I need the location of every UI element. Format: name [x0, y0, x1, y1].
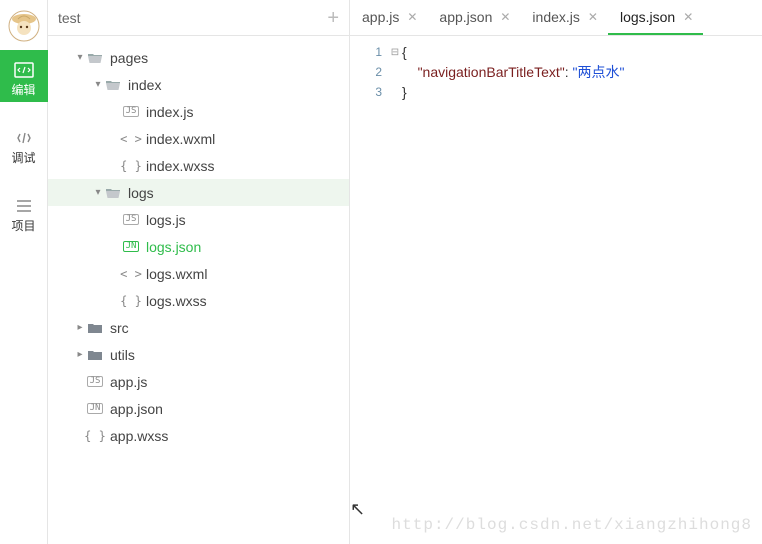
project-name: test	[58, 10, 327, 26]
tree-file[interactable]: ▸{ }index.wxss	[48, 152, 349, 179]
tree-folder[interactable]: ▸ src	[48, 314, 349, 341]
left-rail: 编辑调试项目	[0, 0, 48, 544]
tree-file[interactable]: ▸JSlogs.js	[48, 206, 349, 233]
folder-open-icon	[104, 186, 122, 200]
fold-icon[interactable]: ⊟	[388, 47, 402, 58]
editor-tabs: app.js ✕ app.json ✕ index.js ✕ logs.json ✕	[350, 0, 762, 36]
rail-item-debug[interactable]: 调试	[0, 118, 48, 170]
code-text: }	[402, 84, 407, 100]
tree-folder[interactable]: ▾ logs	[48, 179, 349, 206]
tree-item-label: index.wxml	[146, 131, 215, 147]
line-number: 3	[350, 85, 388, 99]
tree-item-label: index	[128, 77, 161, 93]
angle-icon: < >	[122, 267, 140, 281]
folder-icon	[86, 348, 104, 362]
tree-item-label: logs	[128, 185, 154, 201]
file-explorer: test + ▾ pages ▾ index ▸ JS index.js ▸ < > index.…	[48, 0, 350, 544]
tree-item-label: index.wxss	[146, 158, 214, 174]
folder-open-icon	[86, 51, 104, 65]
code-line[interactable]: 3}	[350, 82, 762, 102]
explorer-header: test +	[48, 0, 349, 36]
tree-item-label: app.json	[110, 401, 163, 417]
code-text: "navigationBarTitleText": "两点水"	[402, 62, 624, 82]
tree-file[interactable]: ▸< >index.wxml	[48, 125, 349, 152]
tree-item-label: logs.wxml	[146, 266, 207, 282]
tree-folder[interactable]: ▸ utils	[48, 341, 349, 368]
rail-item-label: 项目	[11, 220, 35, 232]
tab-index-js[interactable]: index.js ✕	[520, 0, 608, 35]
folder-icon	[86, 321, 104, 335]
js-icon: JS	[86, 376, 104, 388]
tab-logs-json[interactable]: logs.json ✕	[608, 0, 703, 35]
angle-icon: < >	[122, 132, 140, 146]
close-icon[interactable]: ✕	[407, 10, 417, 24]
avatar[interactable]	[6, 8, 42, 44]
code-editor[interactable]: 1⊟{2 "navigationBarTitleText": "两点水"3}↖ …	[350, 36, 762, 544]
tab-label: app.js	[362, 9, 399, 25]
watermark: http://blog.csdn.net/xiangzhihong8	[392, 516, 752, 534]
editor-area: app.js✕app.json✕index.js✕logs.json✕ 1⊟{2…	[350, 0, 762, 544]
close-icon[interactable]: ✕	[500, 10, 510, 24]
tree-folder[interactable]: ▾ index	[48, 71, 349, 98]
tree-item-label: logs.wxss	[146, 293, 207, 309]
tree-file[interactable]: ▸{ }app.wxss	[48, 422, 349, 449]
tree-folder[interactable]: ▾ pages	[48, 44, 349, 71]
tree-file[interactable]: ▸JSindex.js	[48, 98, 349, 125]
tab-label: logs.json	[620, 9, 675, 25]
menu-icon	[14, 196, 34, 216]
line-number: 2	[350, 65, 388, 79]
tree-item-label: logs.js	[146, 212, 186, 228]
tree-item-label: pages	[110, 50, 148, 66]
tree-file[interactable]: ▸{ }logs.wxss	[48, 287, 349, 314]
js-icon: JS	[122, 214, 140, 226]
tree-file[interactable]: ▸JNapp.json	[48, 395, 349, 422]
tab-label: index.js	[532, 9, 579, 25]
tree-item-label: app.wxss	[110, 428, 168, 444]
chevron-down-icon[interactable]: ▾	[92, 187, 104, 198]
chevron-right-icon[interactable]: ▸	[74, 349, 86, 360]
close-icon[interactable]: ✕	[683, 10, 693, 24]
brace-icon: { }	[122, 294, 140, 308]
chevron-right-icon[interactable]: ▸	[74, 322, 86, 333]
code-text: {	[402, 44, 407, 60]
tree-item-label: app.js	[110, 374, 147, 390]
tree-file[interactable]: ▸JNlogs.json	[48, 233, 349, 260]
brace-icon: { }	[86, 429, 104, 443]
chevron-down-icon[interactable]: ▾	[74, 52, 86, 63]
close-icon[interactable]: ✕	[588, 10, 598, 24]
code-line[interactable]: 1⊟{	[350, 42, 762, 62]
cursor-icon: ↖	[350, 499, 365, 520]
add-file-button[interactable]: +	[327, 8, 339, 28]
rail-item-label: 调试	[11, 152, 35, 164]
folder-open-icon	[104, 78, 122, 92]
tab-label: app.json	[439, 9, 492, 25]
jn-icon: JN	[122, 241, 140, 253]
code-icon	[14, 60, 34, 80]
tree-item-label: utils	[110, 347, 135, 363]
jn-icon: JN	[86, 403, 104, 415]
chevron-down-icon[interactable]: ▾	[92, 79, 104, 90]
rail-item-edit[interactable]: 编辑	[0, 50, 48, 102]
debug-icon	[14, 128, 34, 148]
rail-item-label: 编辑	[11, 84, 35, 96]
tree-file[interactable]: ▸< >logs.wxml	[48, 260, 349, 287]
tab-app-js[interactable]: app.js ✕	[350, 0, 427, 35]
file-tree: ▾pages▾index▸JSindex.js▸< >index.wxml▸{ …	[48, 36, 349, 544]
tree-file[interactable]: ▸JSapp.js	[48, 368, 349, 395]
code-line[interactable]: 2 "navigationBarTitleText": "两点水"	[350, 62, 762, 82]
rail-item-project[interactable]: 项目	[0, 186, 48, 238]
tree-item-label: index.js	[146, 104, 193, 120]
tab-app-json[interactable]: app.json ✕	[427, 0, 520, 35]
line-number: 1	[350, 45, 388, 59]
brace-icon: { }	[122, 159, 140, 173]
tree-item-label: src	[110, 320, 129, 336]
js-icon: JS	[122, 106, 140, 118]
tree-item-label: logs.json	[146, 239, 201, 255]
